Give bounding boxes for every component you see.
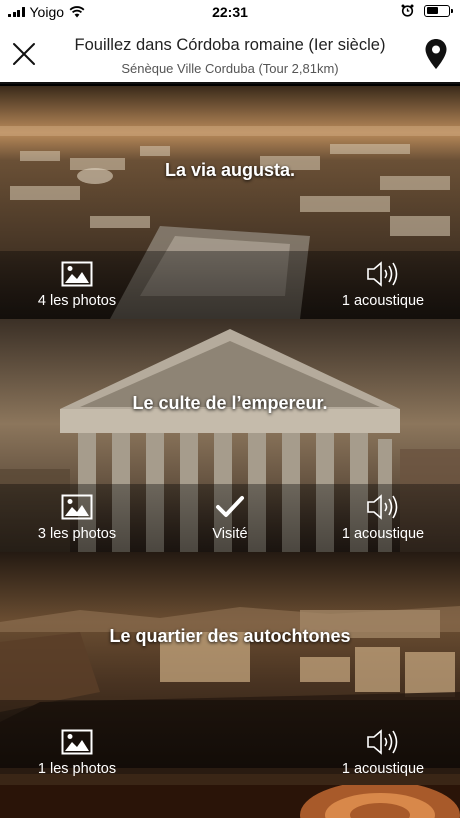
photos-count[interactable]: 4 les photos xyxy=(2,261,152,309)
audio-count[interactable]: 1 acoustique xyxy=(308,729,458,777)
audio-label: 1 acoustique xyxy=(341,761,425,777)
tour-card-via-augusta[interactable]: La via augusta. 4 les photos 1 acoustiqu… xyxy=(0,86,460,319)
speaker-icon xyxy=(367,494,398,520)
card-title: La via augusta. xyxy=(164,160,296,180)
photo-icon xyxy=(61,261,93,287)
alarm-icon xyxy=(401,4,414,17)
photos-label: 3 les photos xyxy=(37,526,117,542)
battery-level xyxy=(426,7,438,14)
page-subtitle: Sénèque Ville Corduba (Tour 2,81km) xyxy=(121,61,339,76)
battery-icon xyxy=(424,4,453,17)
photo-icon xyxy=(61,729,93,755)
photos-count[interactable]: 3 les photos xyxy=(2,494,152,542)
status-time: 22:31 xyxy=(212,4,248,20)
card-title: Le quartier des autochtones xyxy=(109,626,351,646)
photos-label: 4 les photos xyxy=(37,293,117,309)
photos-label: 1 les photos xyxy=(37,761,117,777)
visited-label: Visité xyxy=(212,526,248,542)
photos-count[interactable]: 1 les photos xyxy=(2,729,152,777)
tour-card-partial[interactable] xyxy=(0,785,460,818)
status-bar: Yoigo 22:31 xyxy=(0,0,460,24)
speaker-icon xyxy=(367,261,398,287)
status-right xyxy=(401,4,453,17)
audio-count[interactable]: 1 acoustique xyxy=(308,494,458,542)
audio-label: 1 acoustique xyxy=(341,293,425,309)
close-icon[interactable] xyxy=(6,36,42,72)
audio-count[interactable]: 1 acoustique xyxy=(308,261,458,309)
page-title: Fouillez dans Córdoba romaine (Ier siècl… xyxy=(74,36,386,54)
visited-status: Visité xyxy=(155,494,305,542)
card-image-partial xyxy=(0,785,460,818)
checkmark-icon xyxy=(216,496,244,517)
tour-card-quartier-autochtones[interactable]: Le quartier des autochtones 1 les photos… xyxy=(0,552,460,785)
tour-card-culte-empereur[interactable]: Le culte de l’empereur. 3 les photos Vis… xyxy=(0,319,460,552)
map-pin-icon[interactable] xyxy=(424,38,448,70)
audio-label: 1 acoustique xyxy=(341,526,425,542)
card-title: Le culte de l’empereur. xyxy=(132,393,328,413)
speaker-icon xyxy=(367,729,398,755)
header: Fouillez dans Córdoba romaine (Ier siècl… xyxy=(0,24,460,84)
photo-icon xyxy=(61,494,93,520)
